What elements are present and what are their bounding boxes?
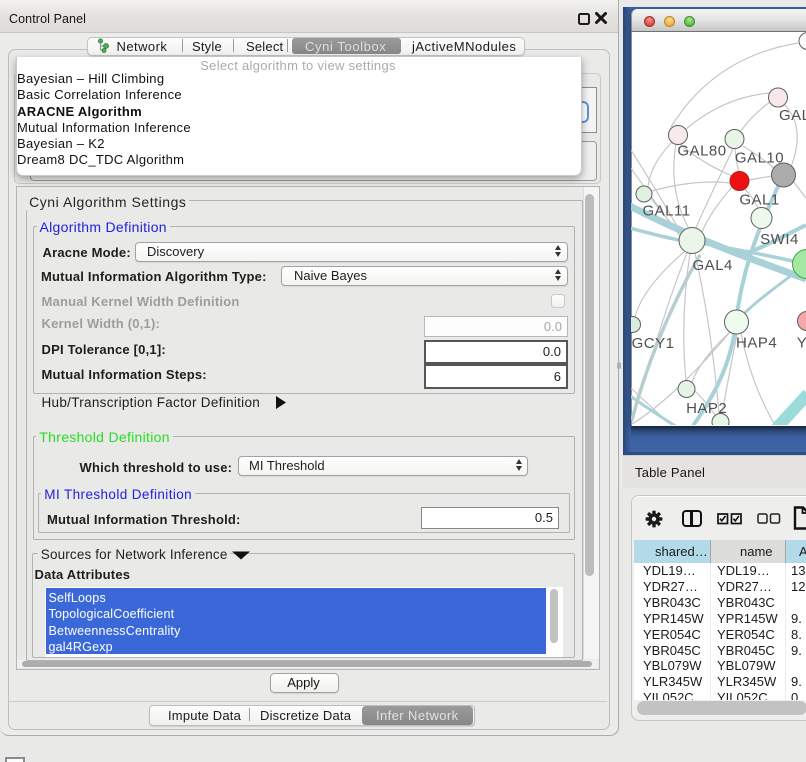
svg-text:Y: Y xyxy=(797,335,806,352)
svg-text:GAL2: GAL2 xyxy=(779,107,806,124)
svg-text:HAP4: HAP4 xyxy=(736,335,777,352)
svg-text:SWI4: SWI4 xyxy=(760,231,799,248)
svg-text:GAL80: GAL80 xyxy=(677,143,726,160)
svg-text:GAL1: GAL1 xyxy=(739,192,779,209)
svg-text:GAL10: GAL10 xyxy=(735,150,784,167)
svg-text:HAP2: HAP2 xyxy=(686,400,727,417)
svg-text:GCY1: GCY1 xyxy=(632,335,675,352)
svg-text:GAL4: GAL4 xyxy=(693,257,733,274)
svg-text:GAL11: GAL11 xyxy=(642,203,690,220)
